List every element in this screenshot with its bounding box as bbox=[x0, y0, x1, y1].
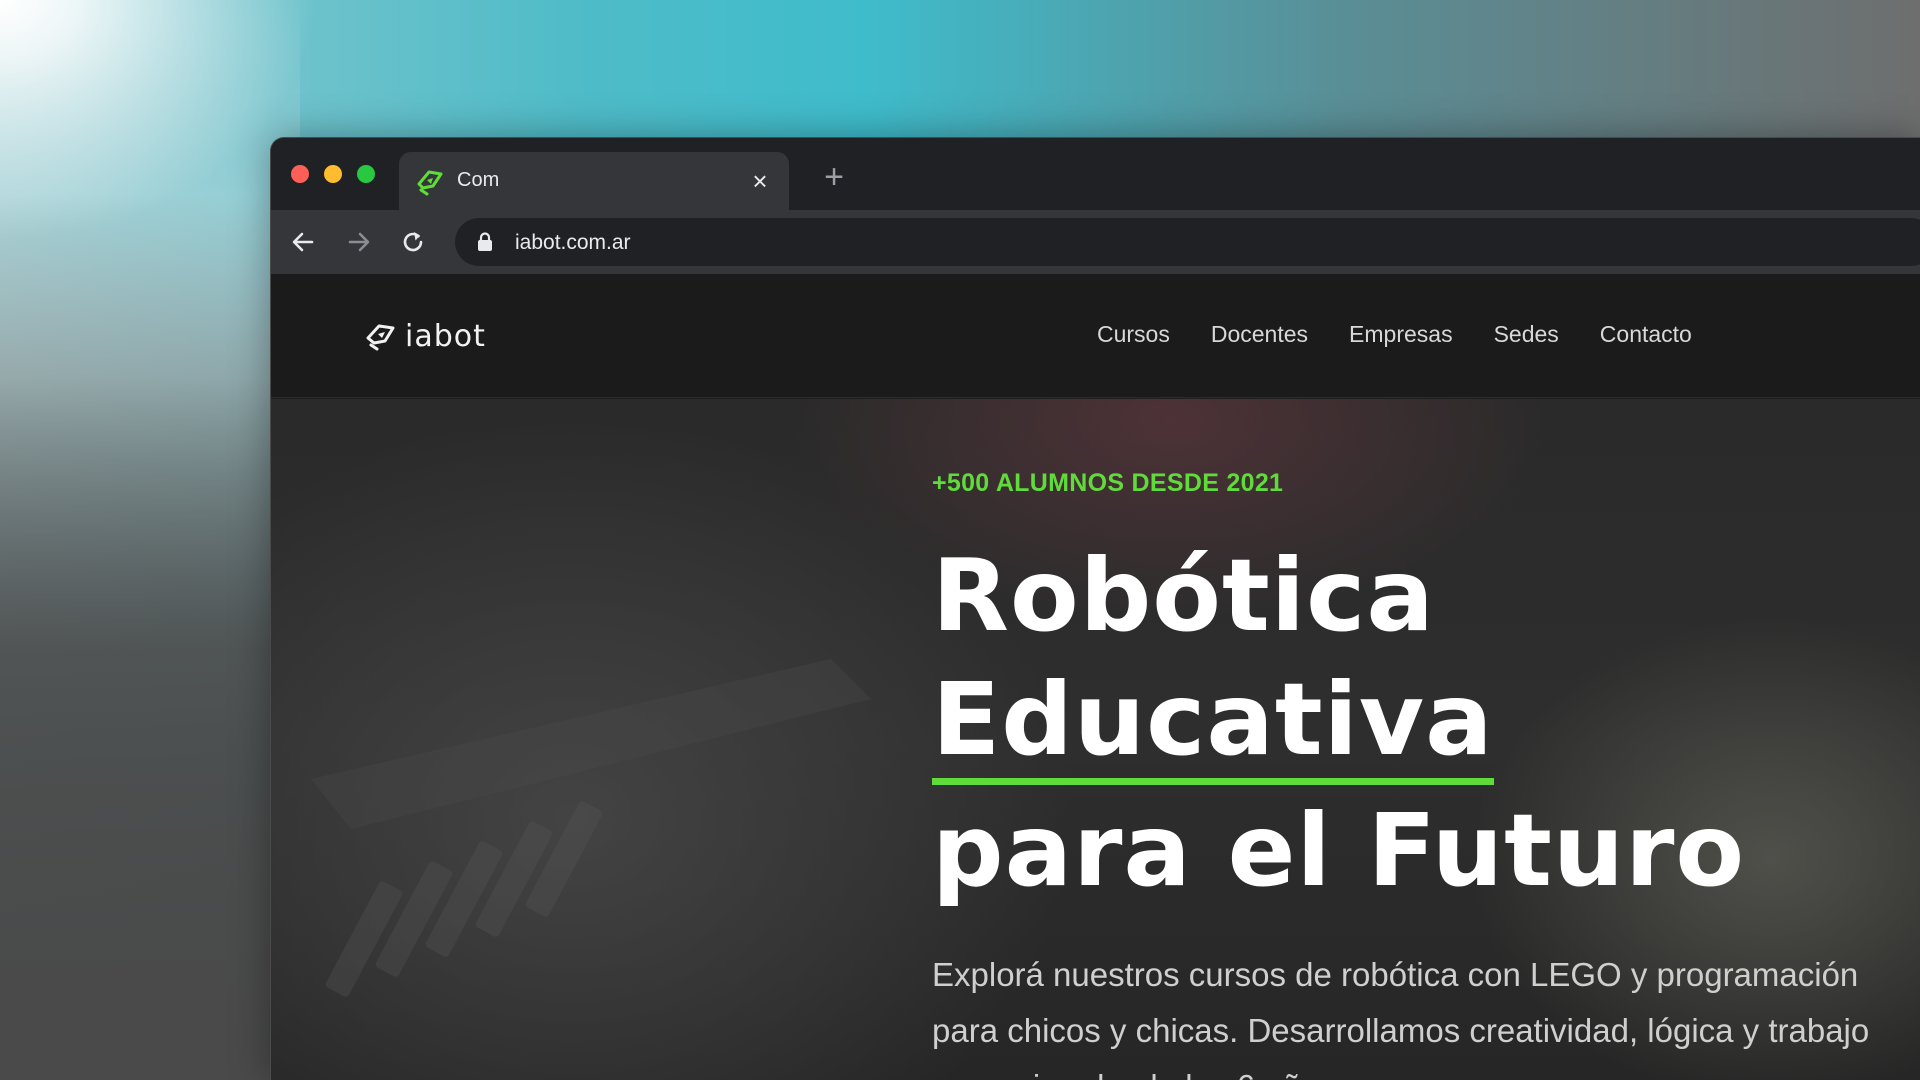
desktop-background-left bbox=[0, 0, 300, 1080]
browser-window: Com × + iabot.com.ar iabot Cursos Docent… bbox=[270, 137, 1920, 1080]
maximize-window-button[interactable] bbox=[357, 165, 375, 183]
minimize-window-button[interactable] bbox=[324, 165, 342, 183]
nav-link-contacto[interactable]: Contacto bbox=[1600, 321, 1692, 348]
close-tab-icon[interactable]: × bbox=[747, 168, 773, 194]
address-bar[interactable]: iabot.com.ar bbox=[455, 218, 1920, 266]
hero-title-line-1: Robótica bbox=[932, 537, 1435, 654]
main-nav: Cursos Docentes Empresas Sedes Contacto bbox=[1097, 321, 1733, 348]
hero-section: +500 ALUMNOS DESDE 2021 Robótica Educati… bbox=[271, 399, 1920, 1080]
nav-link-empresas[interactable]: Empresas bbox=[1349, 321, 1453, 348]
hero-background-image bbox=[311, 659, 871, 997]
reload-icon[interactable] bbox=[395, 224, 431, 260]
web-page: iabot Cursos Docentes Empresas Sedes Con… bbox=[271, 274, 1920, 1080]
hero-description: Explorá nuestros cursos de robótica con … bbox=[932, 956, 1870, 1080]
iabot-logo-icon bbox=[417, 170, 443, 196]
browser-tab-active[interactable]: Com × bbox=[399, 152, 789, 210]
logo-text: iabot bbox=[405, 318, 486, 354]
tab-bar: Com × + bbox=[271, 138, 1920, 210]
new-tab-icon[interactable]: + bbox=[819, 160, 849, 194]
hero-kicker: +500 ALUMNOS DESDE 2021 bbox=[932, 469, 1284, 497]
hero-title: Robótica Educativa para el Futuro bbox=[932, 534, 1912, 913]
browser-toolbar: iabot.com.ar bbox=[271, 210, 1920, 274]
hero-title-line-3: para el Futuro bbox=[932, 792, 1746, 909]
forward-arrow-icon[interactable] bbox=[341, 224, 377, 260]
nav-link-cursos[interactable]: Cursos bbox=[1097, 321, 1170, 348]
nav-link-docentes[interactable]: Docentes bbox=[1211, 321, 1308, 348]
nav-link-sedes[interactable]: Sedes bbox=[1494, 321, 1559, 348]
hero-title-line-2: Educativa bbox=[932, 666, 1494, 785]
hero-content: +500 ALUMNOS DESDE 2021 Robótica Educati… bbox=[932, 469, 1912, 1080]
close-window-button[interactable] bbox=[291, 165, 309, 183]
iabot-logo-icon bbox=[366, 324, 395, 351]
site-header: iabot Cursos Docentes Empresas Sedes Con… bbox=[271, 274, 1920, 398]
site-logo[interactable]: iabot bbox=[365, 318, 486, 354]
back-arrow-icon[interactable] bbox=[285, 224, 321, 260]
tab-title: Com bbox=[457, 169, 500, 191]
url-text: iabot.com.ar bbox=[515, 231, 631, 254]
lock-icon bbox=[478, 232, 492, 251]
